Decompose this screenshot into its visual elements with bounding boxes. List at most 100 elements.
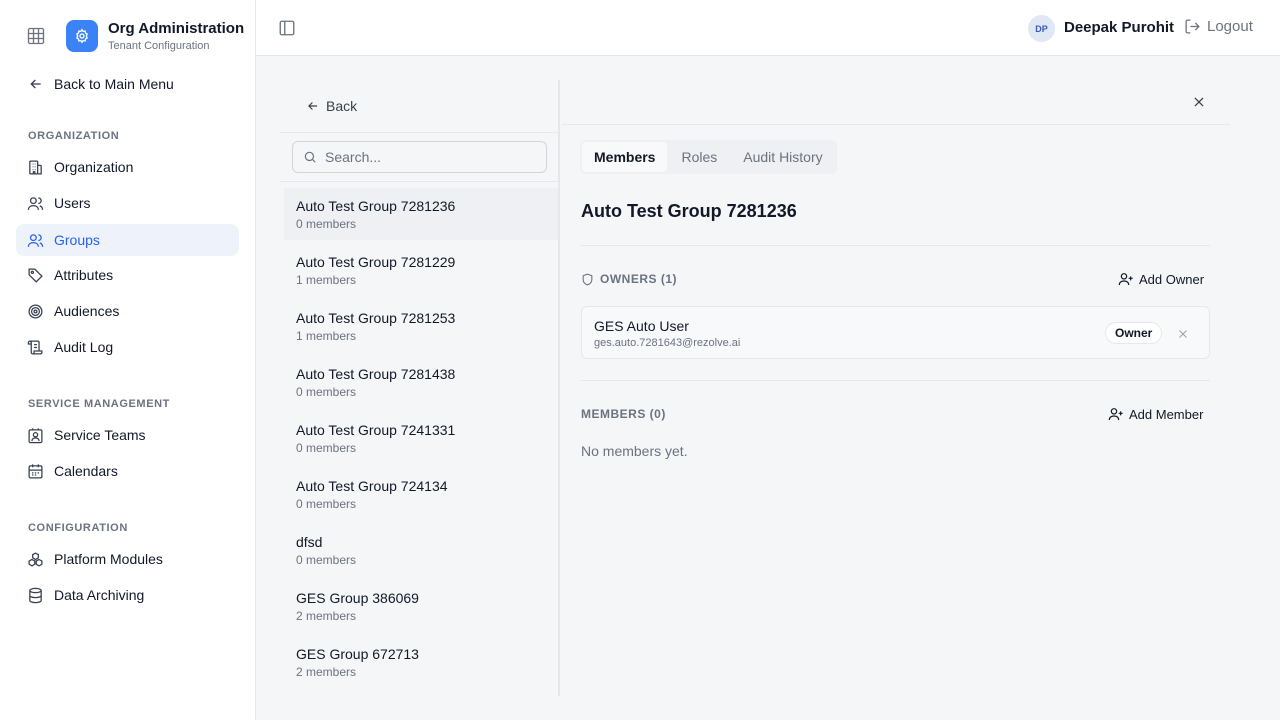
group-member-count: 0 members [296,441,357,455]
app-title: Org Administration [108,20,245,37]
group-list-item[interactable]: dfsd 0 members [284,524,558,576]
sidebar: Org Administration Tenant Configuration … [0,0,256,720]
sidebar-item-label: Calendars [54,463,118,479]
sidebar-item-calendars[interactable]: Calendars [16,455,239,487]
divider [562,124,1230,125]
back-to-main-menu-label: Back to Main Menu [54,76,174,92]
search-input[interactable] [325,149,525,165]
group-member-count: 2 members [296,609,357,623]
members-heading: MEMBERS (0) [581,407,666,421]
sidebar-item-label: Users [54,195,91,211]
group-list-item[interactable]: Auto Test Group 7241331 0 members [284,412,558,464]
group-list-pane: Back Auto Test Group 7281236 0 members A… [280,80,560,696]
logout-icon [1185,19,1200,34]
tab-audit-history[interactable]: Audit History [731,142,834,172]
back-to-main-menu-link[interactable]: Back to Main Menu [28,74,174,94]
group-name: GES Group 386069 [296,590,419,606]
sidebar-item-label: Data Archiving [54,587,145,603]
shield-icon [582,273,593,285]
close-icon[interactable] [1192,95,1206,109]
logout-button[interactable]: Logout [1184,18,1253,35]
section-label-service-management: SERVICE MANAGEMENT [28,398,170,410]
group-list-item[interactable]: GES Group 672713 2 members [284,636,558,688]
group-name: Auto Test Group 7281438 [296,366,456,382]
add-member-label: Add Member [1129,406,1204,422]
sidebar-item-groups[interactable]: Groups [16,224,239,256]
grid-icon[interactable] [26,26,46,46]
divider [581,245,1210,246]
group-member-count: 0 members [296,553,357,567]
target-icon [28,303,43,319]
group-name: Auto Test Group 7241331 [296,422,456,438]
building-icon [29,159,42,175]
sidebar-item-label: Audiences [54,303,120,319]
owner-card: GES Auto User ges.auto.7281643@rezolve.a… [581,306,1210,359]
sidebar-item-service-teams[interactable]: Service Teams [16,419,239,451]
group-name: Auto Test Group 7281253 [296,310,456,326]
sidebar-item-organization[interactable]: Organization [16,151,239,183]
detail-tabs: Members Roles Audit History [580,140,837,174]
group-list-item[interactable]: Auto Test Group 7281253 1 members [284,300,558,352]
section-label-organization: ORGANIZATION [28,130,120,142]
users-icon [27,233,44,247]
logout-label: Logout [1207,18,1253,35]
group-list-item[interactable]: Auto Test Group 724134 0 members [284,468,558,520]
section-label-configuration: CONFIGURATION [28,522,128,534]
back-button[interactable]: Back [306,98,357,114]
group-name: GES Group 672713 [296,646,419,662]
tab-members[interactable]: Members [582,142,668,172]
user-plus-icon [1118,273,1133,286]
sidebar-toggle-icon[interactable] [278,19,296,37]
sidebar-item-audit-log[interactable]: Audit Log [16,331,239,363]
user-icon [27,196,44,210]
sidebar-item-data-archiving[interactable]: Data Archiving [16,579,239,611]
group-list-item[interactable]: Auto Test Group 7281438 0 members [284,356,558,408]
sidebar-item-users[interactable]: Users [16,187,239,219]
user-name: Deepak Purohit [1064,19,1175,36]
owners-heading: OWNERS (1) [581,272,677,286]
arrow-left-icon [30,79,41,89]
sidebar-item-label: Attributes [54,267,114,283]
sidebar-item-label: Organization [54,159,134,175]
owners-heading-label: OWNERS (1) [600,272,677,286]
app-subtitle: Tenant Configuration [108,40,210,52]
status-badge: Owner [1105,322,1163,344]
sidebar-item-label: Groups [54,232,100,248]
group-list-item[interactable]: Auto Test Group 7281229 1 members [284,244,558,296]
group-member-count: 1 members [296,329,357,343]
arrow-left-icon [308,102,318,110]
divider [280,132,558,133]
group-name: Auto Test Group 724134 [296,478,448,494]
add-member-button[interactable]: Add Member [1108,406,1203,422]
top-bar: DP Deepak Purohit Logout [256,0,1280,56]
tab-roles[interactable]: Roles [669,142,729,172]
add-owner-label: Add Owner [1139,271,1205,287]
group-detail-pane: Members Roles Audit History Auto Test Gr… [562,80,1230,696]
group-name: Auto Test Group 7281229 [296,254,456,270]
database-icon [29,587,42,603]
group-member-count: 2 members [296,665,357,679]
remove-owner-icon[interactable] [1177,327,1189,339]
search-icon [304,151,316,163]
group-list-item[interactable]: GES Group 386069 2 members [284,580,558,632]
owner-name: GES Auto User [594,318,689,334]
sidebar-item-label: Platform Modules [54,551,163,567]
add-owner-button[interactable]: Add Owner [1118,271,1204,287]
settings-logo-icon [66,20,98,52]
group-list-item[interactable]: Auto Test Group 7281236 0 members [284,188,558,240]
tag-icon [28,267,43,283]
back-label: Back [326,98,358,114]
search-box[interactable] [292,141,547,173]
group-member-count: 1 members [296,273,357,287]
owner-email: ges.auto.7281643@rezolve.ai [594,337,741,349]
sidebar-item-platform-modules[interactable]: Platform Modules [16,543,239,575]
sidebar-item-attributes[interactable]: Attributes [16,259,239,291]
user-plus-icon [1108,408,1123,421]
group-member-count: 0 members [296,217,357,231]
boxes-icon [28,551,43,567]
divider [581,380,1210,381]
sidebar-item-label: Service Teams [54,427,146,443]
group-name: dfsd [296,534,323,550]
group-member-count: 0 members [296,497,357,511]
sidebar-item-audiences[interactable]: Audiences [16,295,239,327]
